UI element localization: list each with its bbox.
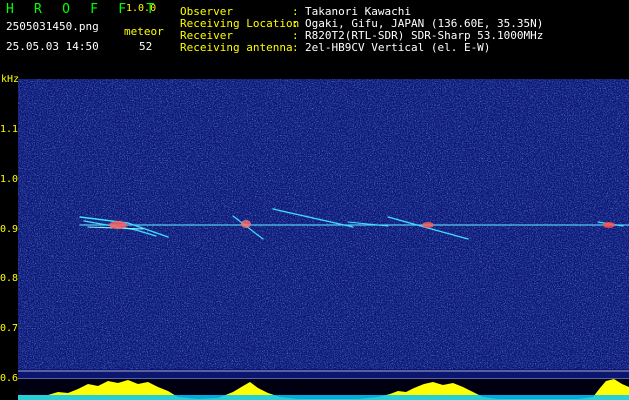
location-colon: : xyxy=(292,17,299,30)
image-filename: 2505031450.png xyxy=(6,20,99,33)
receiver-value: R820T2(RTL-SDR) SDR-Sharp 53.1000MHz xyxy=(305,29,544,42)
receiver-label: Receiver xyxy=(180,29,233,42)
observer-colon: : xyxy=(292,5,299,18)
location-label: Receiving Location xyxy=(180,17,300,30)
antenna-colon: : xyxy=(292,41,299,54)
y-tick-1-1: 1.1 xyxy=(0,124,19,135)
observer-value: Takanori Kawachi xyxy=(305,5,411,18)
echo-head xyxy=(109,221,127,229)
y-tick-1-0: 1.0 xyxy=(0,174,19,185)
location-value: Ogaki, Gifu, JAPAN (136.60E, 35.35N) xyxy=(305,17,544,30)
capture-datetime: 25.05.03 14:50 xyxy=(6,40,99,53)
y-tick-0-6: 0.6 xyxy=(0,373,19,384)
receiver-colon: : xyxy=(292,29,299,42)
app-version: 1.0.0 xyxy=(126,3,157,14)
echo-head xyxy=(422,222,434,228)
meteor-count-label: meteor xyxy=(124,25,164,38)
y-tick-0-7: 0.7 xyxy=(0,323,19,334)
y-axis-unit: kHz xyxy=(1,74,20,85)
meteor-count-value: 52 xyxy=(139,40,153,53)
y-tick-0-9: 0.9 xyxy=(0,224,19,235)
antenna-value: 2el-HB9CV Vertical (el. E-W) xyxy=(305,41,491,54)
spectrogram-plot xyxy=(18,79,629,400)
observer-label: Observer xyxy=(180,5,233,18)
antenna-label: Receiving antenna xyxy=(180,41,293,54)
echo-head xyxy=(603,222,615,228)
hrofft-display: H R O F F T 1.0.0 2505031450.png 25.05.0… xyxy=(0,0,629,400)
histogram-baseline xyxy=(18,395,629,400)
echo-head xyxy=(241,220,251,228)
y-tick-0-8: 0.8 xyxy=(0,273,19,284)
